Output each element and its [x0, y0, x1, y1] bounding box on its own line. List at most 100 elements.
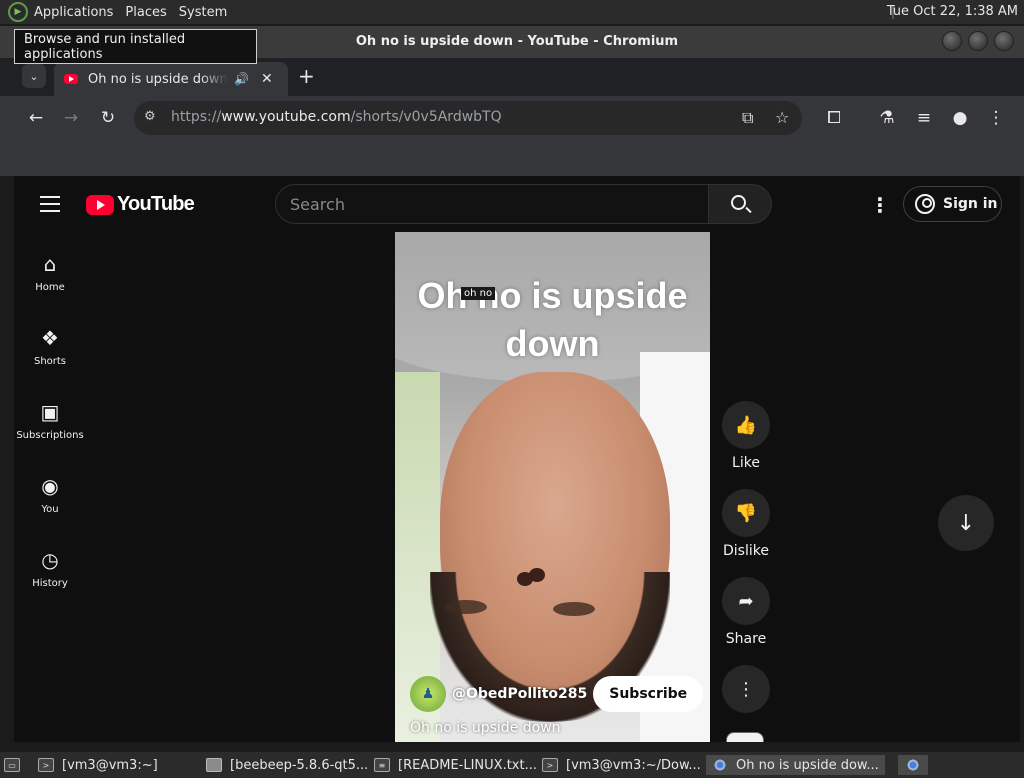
taskbar-item[interactable]: > [vm3@vm3:~/Dow...: [542, 755, 701, 775]
taskbar-item-label: [vm3@vm3:~/Dow...: [566, 757, 701, 773]
taskbar-item-label: [beebeep-5.8.6-qt5...: [230, 757, 369, 773]
share-action[interactable]: ➦ Share: [722, 577, 770, 647]
taskbar-item-active[interactable]: Oh no is upside dow...: [706, 755, 885, 775]
sidebar-label-history: History: [32, 578, 68, 589]
taskbar-item-label: [vm3@vm3:~]: [62, 757, 158, 773]
youtube-wordmark: YouTube: [117, 193, 195, 215]
places-menu[interactable]: Places: [125, 5, 166, 20]
install-app-icon[interactable]: ⧉: [742, 108, 753, 128]
sidebar-item-subscriptions[interactable]: ▣ Subscriptions: [14, 400, 86, 441]
applications-icon[interactable]: ▶: [8, 2, 28, 22]
chromium-workspace-icon: [905, 758, 921, 772]
you-icon: ◉: [41, 474, 59, 498]
taskbar-item[interactable]: [beebeep-5.8.6-qt5...: [206, 755, 368, 775]
new-tab-button[interactable]: +: [298, 64, 315, 88]
sign-in-button[interactable]: Sign in: [903, 186, 1002, 222]
applications-menu[interactable]: Applications: [34, 5, 113, 20]
bookmark-star-icon[interactable]: ☆: [775, 108, 789, 127]
subscriptions-icon: ▣: [40, 400, 60, 424]
short-title[interactable]: Oh no is upside down: [410, 720, 561, 736]
forward-icon[interactable]: →: [59, 106, 83, 130]
search-button[interactable]: [709, 184, 772, 224]
channel-bar: ♟ @ObedPollito285 Subscribe: [410, 676, 704, 712]
sidebar-item-you[interactable]: ◉ You: [14, 474, 86, 515]
share-label: Share: [725, 631, 767, 647]
show-desktop-button[interactable]: ▭: [4, 755, 28, 775]
youtube-favicon-icon: [64, 74, 78, 84]
sidebar-item-shorts[interactable]: ❖ Shorts: [14, 326, 86, 367]
youtube-page: YouTube ⋮ Sign in ⌂ Home ❖ Shorts ▣ Subs…: [14, 176, 1020, 742]
browser-toolbar: ← → ↻ ⚙ https://www.youtube.com/shorts/v…: [0, 96, 1024, 140]
applications-tooltip: Browse and run installed applications: [14, 29, 257, 64]
sidebar-label-shorts: Shorts: [33, 356, 67, 367]
video-frame-eye: [553, 602, 595, 616]
more-vert-icon[interactable]: ⋮: [722, 665, 770, 713]
close-tab-icon[interactable]: ✕: [261, 71, 273, 87]
dislike-label: Dislike: [723, 543, 769, 559]
site-info-icon[interactable]: ⚙: [144, 109, 156, 124]
tab-search-button[interactable]: ⌄: [22, 64, 46, 88]
url-text[interactable]: https://www.youtube.com/shorts/v0v5Ardwb…: [171, 109, 502, 125]
video-overlay-caption: Oh no is upside down: [417, 275, 688, 364]
sidebar-item-history[interactable]: ◷ History: [14, 548, 86, 589]
minimize-button[interactable]: [942, 31, 962, 51]
channel-name[interactable]: @ObedPollito285: [452, 686, 587, 702]
settings-kebab-icon[interactable]: ⋮: [870, 193, 890, 217]
next-short-arrow-icon[interactable]: ↓: [938, 495, 994, 551]
folder-icon: [206, 758, 222, 772]
back-icon[interactable]: ←: [24, 106, 48, 130]
like-icon[interactable]: 👍: [722, 401, 770, 449]
taskbar-item-label: Oh no is upside dow...: [736, 757, 879, 773]
close-window-button[interactable]: [994, 31, 1014, 51]
dislike-action[interactable]: 👎 Dislike: [722, 489, 770, 559]
short-video-player[interactable]: Oh no is upside down oh no ♟ @ObedPollit…: [395, 232, 710, 742]
sign-in-label: Sign in: [943, 196, 998, 212]
media-controls-icon[interactable]: ≡: [912, 106, 936, 130]
search-input[interactable]: [290, 193, 690, 215]
video-sticker-label: oh no: [461, 287, 496, 300]
youtube-logo[interactable]: YouTube: [86, 193, 195, 216]
toolbar-spacer: [0, 140, 1024, 176]
labs-flask-icon[interactable]: ⚗: [875, 106, 899, 130]
sound-thumbnail[interactable]: [726, 732, 764, 742]
channel-avatar[interactable]: ♟: [410, 676, 446, 712]
taskbar-item[interactable]: > [vm3@vm3:~]: [38, 755, 158, 775]
dislike-icon[interactable]: 👎: [722, 489, 770, 537]
clock[interactable]: Tue Oct 22, 1:38 AM: [887, 4, 1018, 19]
search-icon: [731, 195, 746, 210]
tab-title: Oh no is upside down - YouTube: [88, 71, 228, 87]
workspace-switcher[interactable]: [898, 755, 928, 775]
text-file-icon: ≡: [374, 758, 390, 772]
sidebar-label-subscriptions: Subscriptions: [16, 430, 84, 441]
system-menu[interactable]: System: [179, 5, 227, 20]
guide-menu-icon[interactable]: [40, 196, 60, 217]
reload-icon[interactable]: ↻: [96, 106, 120, 130]
history-icon: ◷: [41, 548, 59, 572]
shorts-icon: ❖: [41, 326, 59, 350]
search-box: [275, 184, 709, 224]
address-bar[interactable]: ⚙ https://www.youtube.com/shorts/v0v5Ard…: [134, 101, 802, 135]
video-frame-eye: [445, 600, 487, 614]
terminal-icon: >: [542, 758, 558, 772]
taskbar-item[interactable]: ≡ [README-LINUX.txt...: [374, 755, 537, 775]
speaker-icon[interactable]: 🔊: [234, 72, 249, 86]
sidebar-item-home[interactable]: ⌂ Home: [14, 252, 86, 293]
sidebar-label-you: You: [41, 504, 59, 515]
chromium-icon: [712, 758, 728, 772]
home-icon: ⌂: [43, 252, 57, 276]
tab-youtube[interactable]: Oh no is upside down - YouTube 🔊 ✕: [54, 62, 288, 96]
share-icon[interactable]: ➦: [722, 577, 770, 625]
extensions-icon[interactable]: ⧠: [822, 106, 846, 130]
maximize-button[interactable]: [968, 31, 988, 51]
bottom-taskbar: ▭ > [vm3@vm3:~] [beebeep-5.8.6-qt5... ≡ [R…: [0, 752, 1024, 778]
more-actions[interactable]: ⋮: [722, 665, 770, 719]
desktop-icon: ▭: [4, 758, 20, 772]
account-icon: [915, 194, 935, 214]
chrome-menu-icon[interactable]: ⋮: [984, 106, 1008, 130]
taskbar-item-label: [README-LINUX.txt...: [398, 757, 537, 773]
subscribe-button[interactable]: Subscribe: [593, 676, 704, 712]
profile-icon[interactable]: ●: [948, 106, 972, 130]
video-frame-nostril: [529, 568, 545, 582]
like-label: Like: [732, 455, 760, 471]
like-action[interactable]: 👍 Like: [722, 401, 770, 471]
